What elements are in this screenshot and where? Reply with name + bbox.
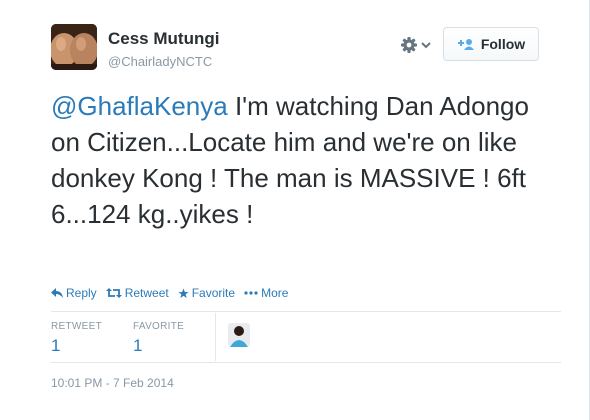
reply-label: Reply: [66, 286, 97, 300]
author-avatar[interactable]: [51, 24, 97, 70]
tweet-actions: Reply Retweet Favorite More: [51, 286, 288, 300]
tweet-text: @GhaflaKenya I'm watching Dan Adongo on …: [51, 88, 561, 232]
favorite-stat-label: FAVORITE: [133, 321, 185, 332]
favorite-count[interactable]: 1: [133, 336, 184, 356]
more-dots-icon: [244, 291, 258, 295]
retweet-stat-label: RETWEET: [51, 321, 102, 332]
user-actions-dropdown[interactable]: [400, 34, 438, 56]
tweet-timestamp[interactable]: 10:01 PM - 7 Feb 2014: [51, 376, 174, 390]
stats-top-divider: [51, 311, 561, 312]
retweet-label: Retweet: [124, 286, 169, 300]
author-name[interactable]: Cess Mutungi: [108, 29, 219, 49]
retweet-action[interactable]: Retweet: [105, 286, 169, 300]
follow-button[interactable]: Follow: [443, 27, 539, 61]
stats-bottom-divider: [51, 362, 561, 363]
favorite-label: Favorite: [191, 286, 236, 300]
author-handle[interactable]: @ChairladyNCTC: [108, 54, 212, 69]
reply-icon: [51, 288, 63, 298]
favoriter-avatar[interactable]: [228, 323, 250, 347]
chevron-down-icon: [421, 42, 431, 49]
follow-label: Follow: [480, 36, 526, 52]
favorite-action[interactable]: Favorite: [178, 286, 235, 300]
mention-link[interactable]: @GhaflaKenya: [51, 91, 228, 121]
retweet-count[interactable]: 1: [51, 336, 102, 356]
more-label: More: [261, 286, 289, 300]
retweet-stat[interactable]: RETWEET 1: [51, 321, 102, 356]
follow-user-icon: [457, 38, 475, 50]
more-action[interactable]: More: [244, 286, 288, 300]
favorite-stat[interactable]: FAVORITE 1: [133, 321, 184, 356]
retweet-icon: [105, 288, 122, 298]
gear-icon: [401, 37, 417, 53]
reply-action[interactable]: Reply: [51, 286, 97, 300]
stats-separator: [215, 313, 216, 361]
favorite-star-icon: [178, 287, 189, 298]
tweet-card: Cess Mutungi @ChairladyNCTC Follow @Ghaf…: [0, 0, 590, 420]
